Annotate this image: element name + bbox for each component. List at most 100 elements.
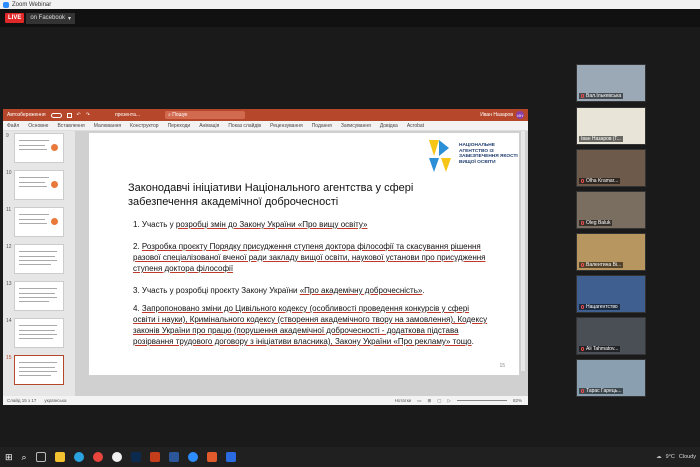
weather-icon: ☁ (656, 454, 662, 460)
yandex-browser-icon[interactable] (111, 452, 122, 462)
zoom-level: 82% (512, 398, 522, 403)
language[interactable]: українська (44, 398, 66, 403)
video-tile[interactable]: Валентина Ві... (576, 233, 646, 271)
stream-destination-button[interactable]: on Facebook ▾ (26, 12, 76, 24)
item-text: «Про академічну доброчесність» (299, 286, 423, 295)
video-tile[interactable]: Тарас Гарець... (576, 359, 646, 397)
mic-muted-icon (581, 263, 584, 267)
thumbnail[interactable] (14, 318, 64, 348)
slide-item-3: 3. Участь у розробці проєкту Закону Укра… (133, 285, 493, 296)
mic-muted-icon (581, 389, 584, 393)
windows-start-icon[interactable]: ⊞ (5, 452, 13, 463)
video-tile[interactable]: Нацагентство (576, 275, 646, 313)
tab-animations[interactable]: Анімація (199, 123, 219, 129)
system-tray: ☁ 9°C Cloudy (656, 454, 700, 460)
slide-item-1: 1. Участь у розробці змін до Закону Укра… (133, 219, 493, 230)
video-tile[interactable]: Ali Tahmatov... (576, 317, 646, 355)
tab-help[interactable]: Довідка (380, 123, 398, 129)
name-text: Нацагентство (586, 304, 618, 310)
tab-slideshow[interactable]: Показ слайдів (228, 123, 261, 129)
ribbon-tabs: Файл Основне Вставлення Малювання Констр… (3, 121, 528, 131)
tab-insert[interactable]: Вставлення (57, 123, 84, 129)
thumbnail-item[interactable]: 11 (3, 207, 75, 244)
redo-icon[interactable]: ↷ (86, 112, 90, 118)
thumbnail-item[interactable]: 12 (3, 244, 75, 281)
save-icon[interactable] (66, 112, 72, 118)
slide-title: Законодавчі ініціативи Національного аге… (128, 182, 414, 208)
tab-record[interactable]: Записування (341, 123, 371, 129)
tab-file[interactable]: Файл (7, 123, 19, 129)
thumbnail[interactable] (14, 355, 64, 385)
name-text: Olha Kramar... (586, 178, 619, 184)
thumbnail-item-selected[interactable]: 15 (3, 355, 75, 392)
zoom-logo-icon (3, 1, 9, 8)
thumbnail[interactable] (14, 244, 64, 274)
current-slide[interactable]: НАЦІОНАЛЬНЕ АГЕНТСТВО ІЗ ЗАБЕЗПЕЧЕННЯ ЯК… (89, 133, 519, 375)
participant-name: Валентина Ві... (579, 262, 624, 268)
ppt-titlebar: Автозбереження ↶ ↷ презента... ⌕ Пошук И… (3, 109, 528, 121)
zoom-icon[interactable] (187, 452, 198, 462)
participant-name: Ali Tahmatov... (579, 346, 621, 352)
thumbnail-item[interactable]: 9 (3, 133, 75, 170)
search-icon: ⌕ (168, 112, 171, 118)
weather-text: Cloudy (678, 454, 696, 460)
item-text: 3. Участь у розробці проєкту Закону Укра… (133, 286, 300, 295)
thumbnail[interactable] (14, 207, 64, 237)
avatar: ИН (516, 111, 524, 119)
tab-home[interactable]: Основне (28, 123, 48, 129)
normal-view-icon[interactable]: ▭ (417, 398, 421, 404)
video-tile-active-speaker[interactable]: Іван Назаров (Г... (576, 107, 646, 145)
task-view-icon[interactable] (35, 452, 46, 462)
tab-review[interactable]: Рецензування (270, 123, 303, 129)
reading-view-icon[interactable]: ▢ (437, 398, 441, 404)
sorter-view-icon[interactable]: ⊞ (427, 398, 431, 404)
thumbnail-item[interactable]: 13 (3, 281, 75, 318)
thumbnail[interactable] (14, 170, 64, 200)
agency-logo-text: НАЦІОНАЛЬНЕ АГЕНТСТВО ІЗ ЗАБЕЗПЕЧЕННЯ ЯК… (459, 143, 518, 165)
video-tile[interactable]: Oleg Baluk (576, 191, 646, 229)
search-icon[interactable]: ⌕ (22, 452, 27, 463)
chrome-icon[interactable] (92, 452, 103, 462)
participant-name: Oleg Baluk (579, 220, 613, 226)
user-account[interactable]: Иван Назаров ИН (480, 111, 524, 119)
telegram-icon[interactable] (73, 452, 84, 462)
item-text: 4. (133, 304, 142, 313)
tab-design[interactable]: Конструктор (130, 123, 159, 129)
file-explorer-icon[interactable] (54, 452, 65, 462)
photoshop-icon[interactable] (130, 452, 141, 462)
thumbnail-number: 14 (6, 318, 12, 324)
thumbnail[interactable] (14, 281, 64, 311)
powerpoint-icon[interactable] (149, 452, 160, 462)
autosave-toggle[interactable] (50, 112, 62, 118)
tab-acrobat[interactable]: Acrobat (407, 123, 424, 129)
tab-draw[interactable]: Малювання (94, 123, 121, 129)
thumbnail-item[interactable]: 10 (3, 170, 75, 207)
video-tile[interactable]: Вал.Ількевська (576, 64, 646, 102)
window-title: Zoom Webinar (12, 1, 52, 8)
tab-view[interactable]: Подання (312, 123, 332, 129)
slide-count: Слайд 15 з 17 (7, 398, 37, 403)
name-text: Тарас Гарець... (586, 388, 622, 394)
word-icon[interactable] (168, 452, 179, 462)
app-icon[interactable] (225, 452, 236, 462)
zoom-slider[interactable] (456, 400, 507, 401)
undo-icon[interactable]: ↶ (77, 112, 81, 118)
thumbnail-number: 11 (6, 207, 12, 213)
tab-transitions[interactable]: Переходи (168, 123, 191, 129)
slideshow-icon[interactable]: ▷ (448, 398, 451, 404)
item-text: . (422, 286, 425, 295)
thumbnail-number: 15 (6, 355, 12, 361)
thumbnail[interactable] (14, 133, 64, 163)
video-tile[interactable]: Olha Kramar... (576, 149, 646, 187)
item-text: 2. (133, 242, 142, 251)
vertical-scrollbar[interactable] (521, 131, 525, 371)
powerpoint-window: Автозбереження ↶ ↷ презента... ⌕ Пошук И… (3, 109, 528, 405)
autosave-label: Автозбереження (7, 112, 46, 118)
notes-button[interactable]: Нотатки (395, 398, 412, 403)
stream-destination-label: on Facebook (30, 15, 66, 21)
search-box[interactable]: ⌕ Пошук (165, 111, 246, 119)
windows-taskbar: ⊞ ⌕ ☁ 9°C Cloudy (0, 447, 700, 467)
thumbnail-item[interactable]: 14 (3, 318, 75, 355)
app-icon[interactable] (206, 452, 217, 462)
window-titlebar: Zoom Webinar (0, 0, 700, 9)
